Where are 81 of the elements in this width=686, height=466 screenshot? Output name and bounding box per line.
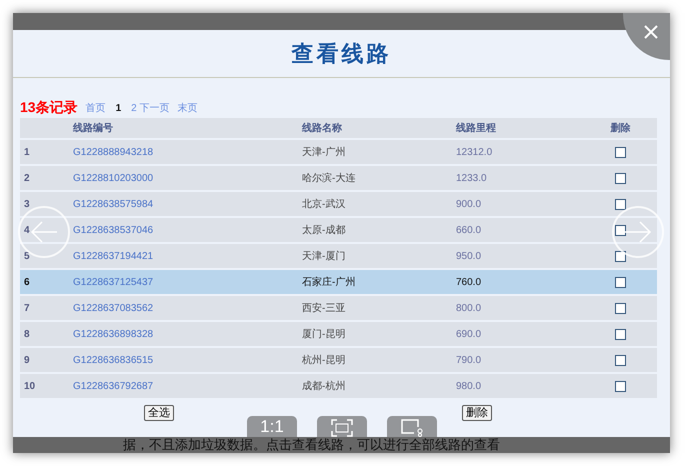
table-cell-text: 2	[24, 172, 30, 186]
table-cell-text: 哈尔滨-大连	[302, 172, 356, 186]
column-header: 删除	[609, 122, 632, 136]
table-cell-text: 10	[24, 380, 36, 394]
delete-checkbox[interactable]	[615, 250, 626, 262]
column-header: 线路名称	[302, 122, 343, 136]
table-cell-text: 760.0	[456, 276, 482, 290]
table-cell-text: 太原-成都	[302, 224, 346, 238]
table-cell-text: 天津-厦门	[302, 250, 346, 264]
table-row[interactable]: 4 G1228638537046 太原-成都 660.0	[20, 218, 657, 242]
table-cell-text: 4	[24, 224, 30, 238]
table-row[interactable]: 8 G1228636898328 厦门-昆明 690.0	[20, 322, 657, 346]
delete-checkbox[interactable]	[615, 172, 626, 184]
table-cell-text: 1	[24, 146, 30, 160]
table-cell[interactable]: G1228638575984	[73, 196, 154, 212]
table-cell-text: 660.0	[456, 224, 482, 238]
page-text: 据，不且添加垃圾数据。点击查看线路，可以进行全部线路的查看	[123, 437, 500, 453]
table-cell[interactable]: G1228636836515	[73, 352, 154, 368]
table-cell-text: 8	[24, 328, 30, 342]
table-cell[interactable]: G1228638537046	[73, 222, 154, 238]
next-button[interactable]	[612, 206, 664, 258]
table-cell-text: 1233.0	[456, 172, 487, 186]
column-header: 线路编号	[73, 122, 114, 136]
table-cell-text: 900.0	[456, 198, 482, 212]
delete-checkbox[interactable]	[615, 146, 626, 158]
table-cell[interactable]: G1228637083562	[73, 300, 154, 316]
table-row[interactable]: 2 G1228810203000 哈尔滨-大连 1233.0	[20, 166, 657, 190]
table-cell-text: 天津-广州	[302, 146, 346, 160]
pagination-link[interactable]: 1	[114, 102, 124, 116]
delete-checkbox[interactable]	[615, 380, 626, 392]
table-cell-text: 3	[24, 198, 30, 212]
table-cell[interactable]: G1228636792687	[73, 378, 154, 394]
table-cell[interactable]: G1228637125437	[73, 274, 154, 290]
table-cell-text: 7	[24, 302, 30, 316]
table-cell-text: 西安-三亚	[302, 302, 346, 316]
table-row[interactable]: 10 G1228636792687 成都-杭州 980.0	[20, 374, 657, 398]
table-cell-text: 5	[24, 250, 30, 264]
left-arrow-icon	[29, 220, 59, 244]
table-row[interactable]: 1 G1228888943218 天津-广州 12312.0	[20, 140, 657, 164]
delete-checkbox[interactable]	[615, 276, 626, 288]
table-cell[interactable]: G1228810203000	[73, 170, 154, 186]
delete-checkbox[interactable]	[615, 198, 626, 210]
table-cell-text: 杭州-昆明	[302, 354, 346, 368]
table-cell-text: 690.0	[456, 328, 482, 342]
dialog-title: 查看线路	[292, 40, 392, 69]
delete-checkbox[interactable]	[615, 354, 626, 366]
table-row[interactable]: 3 G1228638575984 北京-武汉 900.0	[20, 192, 657, 216]
delete-checkbox[interactable]	[615, 328, 626, 340]
table-cell-text: 9	[24, 354, 30, 368]
right-arrow-icon	[623, 220, 653, 244]
table-row[interactable]: 6 G1228637125437 石家庄-广州 760.0	[20, 270, 657, 294]
table-cell[interactable]: G1228888943218	[73, 144, 154, 160]
table-cell-text: 6	[24, 276, 30, 290]
table-cell-text: 800.0	[456, 302, 482, 316]
delete-button[interactable]: 删除	[462, 405, 492, 421]
pagination-link[interactable]: 首页	[86, 102, 106, 116]
delete-checkbox[interactable]	[615, 224, 626, 236]
pagination-link[interactable]: 2 下一页	[131, 102, 170, 116]
column-header: 线路里程	[456, 122, 497, 136]
delete-checkbox[interactable]	[615, 302, 626, 314]
table-cell-text: 石家庄-广州	[302, 276, 356, 290]
table-cell-text: 980.0	[456, 380, 482, 394]
table-cell[interactable]: G1228637194421	[73, 248, 154, 264]
close-icon	[643, 24, 659, 40]
table-cell[interactable]: G1228636898328	[73, 326, 154, 342]
record-count: 13条记录	[20, 98, 78, 116]
table-cell-text: 厦门-昆明	[302, 328, 346, 342]
fit-screen-button[interactable]	[317, 416, 367, 437]
crop-button[interactable]	[387, 416, 437, 437]
fit-screen-icon	[331, 419, 353, 437]
select-all-button[interactable]: 全选	[144, 405, 174, 421]
pagination-link[interactable]: 末页	[177, 102, 198, 116]
table-cell-text: 950.0	[456, 250, 482, 264]
table-cell-text: 12312.0	[456, 146, 492, 160]
table-row[interactable]: 5 G1228637194421 天津-厦门 950.0	[20, 244, 657, 268]
table-row[interactable]: 7 G1228637083562 西安-三亚 800.0	[20, 296, 657, 320]
table-cell-text: 成都-杭州	[302, 380, 346, 394]
table-cell-text: 北京-武汉	[302, 198, 346, 212]
actual-size-button[interactable]: 1:1	[247, 416, 297, 437]
table-cell-text: 790.0	[456, 354, 482, 368]
table-row[interactable]: 9 G1228636836515 杭州-昆明 790.0	[20, 348, 657, 372]
